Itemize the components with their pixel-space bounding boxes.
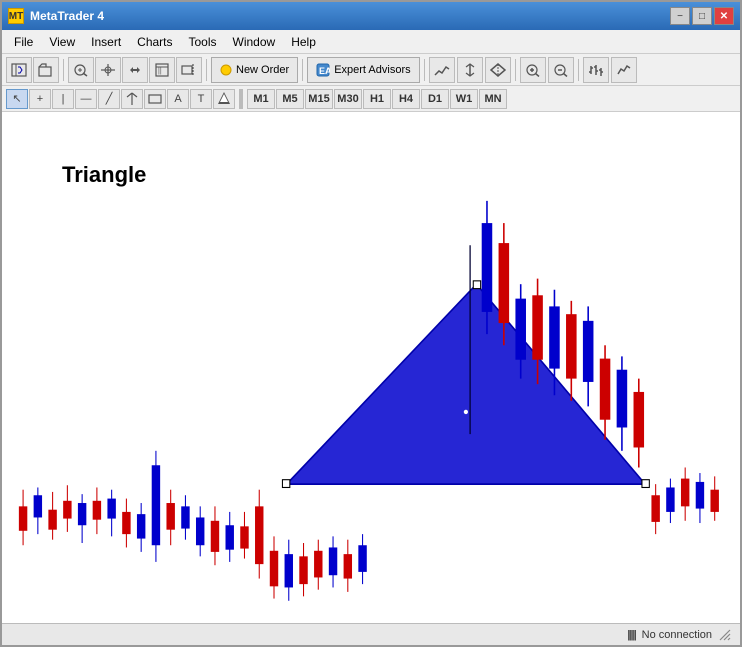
chart-svg [2, 112, 740, 623]
chart-type-1[interactable] [583, 57, 609, 83]
menu-file[interactable]: File [6, 33, 41, 51]
menu-view[interactable]: View [41, 33, 83, 51]
svg-text:EA: EA [319, 66, 330, 76]
object-list-btn[interactable] [485, 57, 511, 83]
bars-icon: |||| [627, 629, 635, 641]
title-bar-buttons: − □ ✕ [670, 7, 734, 25]
horizontal-line-tool[interactable]: — [75, 89, 97, 109]
open-btn[interactable] [33, 57, 59, 83]
period-sep-btn[interactable] [457, 57, 483, 83]
rect-tool[interactable] [144, 89, 166, 109]
chart-shift-btn[interactable] [176, 57, 202, 83]
tf-m15[interactable]: M15 [305, 89, 333, 109]
text-tool-a[interactable]: A [167, 89, 189, 109]
tf-m5[interactable]: M5 [276, 89, 304, 109]
separator4 [424, 59, 425, 81]
zoom-in-btn[interactable] [520, 57, 546, 83]
separator3 [302, 59, 303, 81]
new-chart-btn[interactable] [6, 57, 32, 83]
title-bar-left: MT MetaTrader 4 [8, 8, 104, 24]
triangle-center-dot [464, 410, 468, 414]
menu-charts[interactable]: Charts [129, 33, 180, 51]
menu-window[interactable]: Window [225, 33, 284, 51]
svg-text:||: || [158, 68, 162, 75]
close-button[interactable]: ✕ [714, 7, 734, 25]
tf-m1[interactable]: M1 [247, 89, 275, 109]
tf-mn[interactable]: MN [479, 89, 507, 109]
separator6 [578, 59, 579, 81]
menu-help[interactable]: Help [283, 33, 324, 51]
separator1 [63, 59, 64, 81]
toolbar2: ↖ + | — ╱ A T M1 M5 M15 M30 H1 H4 D1 W1 … [2, 86, 740, 112]
resize-icon [718, 628, 732, 642]
arrow-tool[interactable]: ↖ [6, 89, 28, 109]
tb2-separator1 [239, 89, 243, 109]
tf-w1[interactable]: W1 [450, 89, 478, 109]
tf-h4[interactable]: H4 [392, 89, 420, 109]
app-icon: MT [8, 8, 24, 24]
triangle-handle-bl [282, 480, 289, 488]
nav-tools: || [68, 57, 202, 83]
menu-tools[interactable]: Tools [181, 33, 225, 51]
toolbar1: || New Order EA Expert Advisors [2, 54, 740, 86]
main-window: MT MetaTrader 4 − □ ✕ File View Insert C… [0, 0, 742, 647]
zoom-out-btn[interactable] [548, 57, 574, 83]
triangle-shape [287, 284, 645, 484]
status-right: |||| No connection [627, 628, 732, 642]
separator5 [515, 59, 516, 81]
scroll-btn[interactable] [122, 57, 148, 83]
minimize-button[interactable]: − [670, 7, 690, 25]
menu-bar: File View Insert Charts Tools Window Hel… [2, 30, 740, 54]
color-tool[interactable] [213, 89, 235, 109]
status-bar: |||| No connection [2, 623, 740, 645]
text-tool-t[interactable]: T [190, 89, 212, 109]
triangle-handle-top [473, 281, 480, 289]
zoom-in-area-btn[interactable] [68, 57, 94, 83]
connection-status: No connection [642, 629, 712, 641]
tf-m30[interactable]: M30 [334, 89, 362, 109]
vertical-line-tool[interactable]: | [52, 89, 74, 109]
separator2 [206, 59, 207, 81]
file-tools [6, 57, 59, 83]
new-order-button[interactable]: New Order [211, 57, 298, 83]
pitchfork-tool[interactable] [121, 89, 143, 109]
tf-h1[interactable]: H1 [363, 89, 391, 109]
data-window-btn[interactable]: || [149, 57, 175, 83]
window-title: MetaTrader 4 [30, 9, 104, 23]
indicators-btn[interactable] [429, 57, 455, 83]
chart-area[interactable]: Triangle [2, 112, 740, 623]
chart-type-2[interactable] [611, 57, 637, 83]
trendline-tool[interactable]: ╱ [98, 89, 120, 109]
maximize-button[interactable]: □ [692, 7, 712, 25]
tf-d1[interactable]: D1 [421, 89, 449, 109]
title-bar: MT MetaTrader 4 − □ ✕ [2, 2, 740, 30]
crosshair-btn[interactable] [95, 57, 121, 83]
expert-advisors-button[interactable]: EA Expert Advisors [307, 57, 419, 83]
crosshair-tool[interactable]: + [29, 89, 51, 109]
triangle-handle-br [642, 480, 649, 488]
menu-insert[interactable]: Insert [83, 33, 129, 51]
